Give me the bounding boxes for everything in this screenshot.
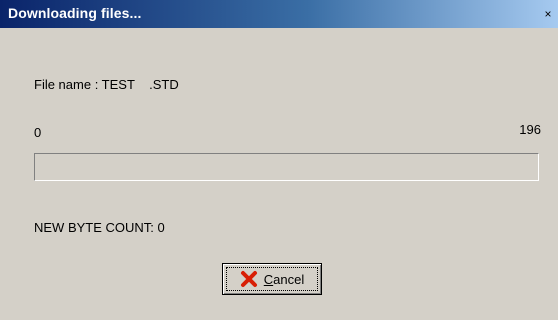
cancel-focus-ring: Cancel xyxy=(226,267,318,291)
progress-bar xyxy=(34,153,539,181)
cancel-mnemonic: C xyxy=(263,271,274,287)
download-dialog: Downloading files... × File name : TEST … xyxy=(0,0,558,320)
close-button[interactable]: × xyxy=(541,8,555,22)
red-x-icon xyxy=(240,271,257,287)
progress-max-label: 196 xyxy=(519,122,541,137)
progress-min-label: 0 xyxy=(34,125,42,140)
cancel-button-label: Cancel xyxy=(264,272,304,287)
cancel-label-rest: ancel xyxy=(273,271,305,287)
title-bar[interactable]: Downloading files... × xyxy=(0,0,558,28)
cancel-button[interactable]: Cancel xyxy=(222,263,322,295)
window-title: Downloading files... xyxy=(8,5,142,21)
byte-count-label: NEW BYTE COUNT: 0 xyxy=(34,220,165,235)
file-name-label: File name : TEST .STD xyxy=(34,77,179,92)
